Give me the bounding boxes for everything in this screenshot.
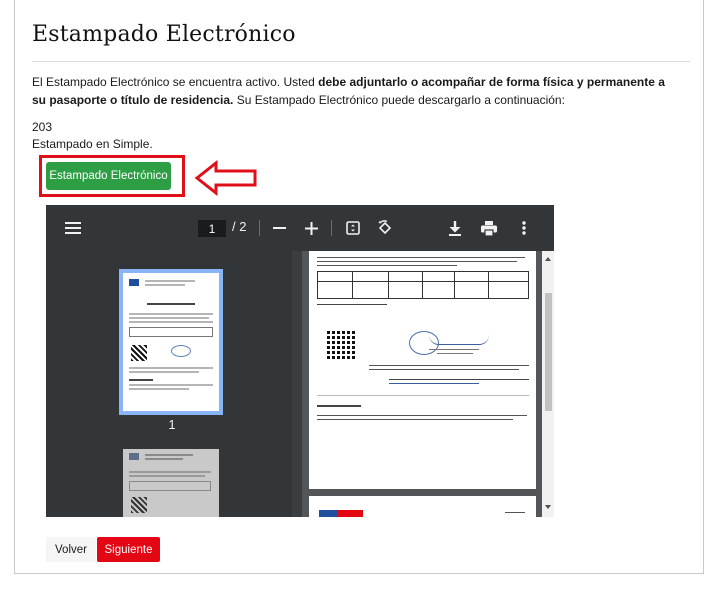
rotate-icon[interactable] xyxy=(374,217,396,239)
current-page-input[interactable]: 1 xyxy=(198,220,226,237)
notice-text-2: Su Estampado Electrónico puede descargar… xyxy=(233,93,565,107)
table-thumbnail xyxy=(129,327,213,337)
more-vertical-icon[interactable] xyxy=(516,217,532,239)
fit-to-page-icon[interactable] xyxy=(342,218,364,238)
next-button[interactable]: Siguiente xyxy=(97,537,160,562)
toolbar-separator xyxy=(331,220,332,236)
logo-thumbnail xyxy=(129,279,139,286)
document-area xyxy=(302,251,554,517)
seal-thumbnail xyxy=(171,345,191,357)
logo-image xyxy=(319,510,337,517)
document-page-2 xyxy=(309,496,536,517)
page-thumbnail-2[interactable] xyxy=(123,449,219,517)
qr-code-thumbnail xyxy=(131,345,147,361)
thumbnail-1-label: 1 xyxy=(168,417,176,432)
back-button[interactable]: Volver xyxy=(46,537,96,562)
title-divider xyxy=(32,61,690,62)
pdf-viewer: 1 / 2 1 xyxy=(46,205,554,517)
download-icon[interactable] xyxy=(444,217,466,239)
page-total: / 2 xyxy=(232,219,247,234)
stamp-status: Estampado en Simple. xyxy=(32,137,153,151)
notice-paragraph: El Estampado Electrónico se encuentra ac… xyxy=(32,73,682,109)
document-table xyxy=(317,271,529,299)
left-arrow-icon xyxy=(194,160,257,196)
page-title: Estampado Electrónico xyxy=(32,22,296,47)
toolbar-separator xyxy=(259,220,260,236)
hamburger-menu-icon[interactable] xyxy=(62,218,84,238)
print-icon[interactable] xyxy=(478,217,500,239)
scroll-down-icon[interactable] xyxy=(545,505,551,509)
plus-icon[interactable] xyxy=(300,218,322,238)
download-stamp-button[interactable]: Estampado Electrónico xyxy=(46,162,171,190)
minus-icon[interactable] xyxy=(268,218,290,238)
notice-text-1: El Estampado Electrónico se encuentra ac… xyxy=(32,75,319,89)
document-page-1 xyxy=(309,251,536,489)
stamp-number: 203 xyxy=(32,120,53,134)
signature-image xyxy=(429,335,489,345)
document-scrollbar-thumb[interactable] xyxy=(545,293,552,411)
pdf-toolbar: 1 / 2 xyxy=(46,205,554,251)
thumbnail-scrollbar[interactable] xyxy=(292,251,302,517)
scroll-up-icon[interactable] xyxy=(545,257,551,261)
thumbnail-sidebar: 1 xyxy=(46,251,302,517)
page-thumbnail-1[interactable] xyxy=(119,269,223,415)
